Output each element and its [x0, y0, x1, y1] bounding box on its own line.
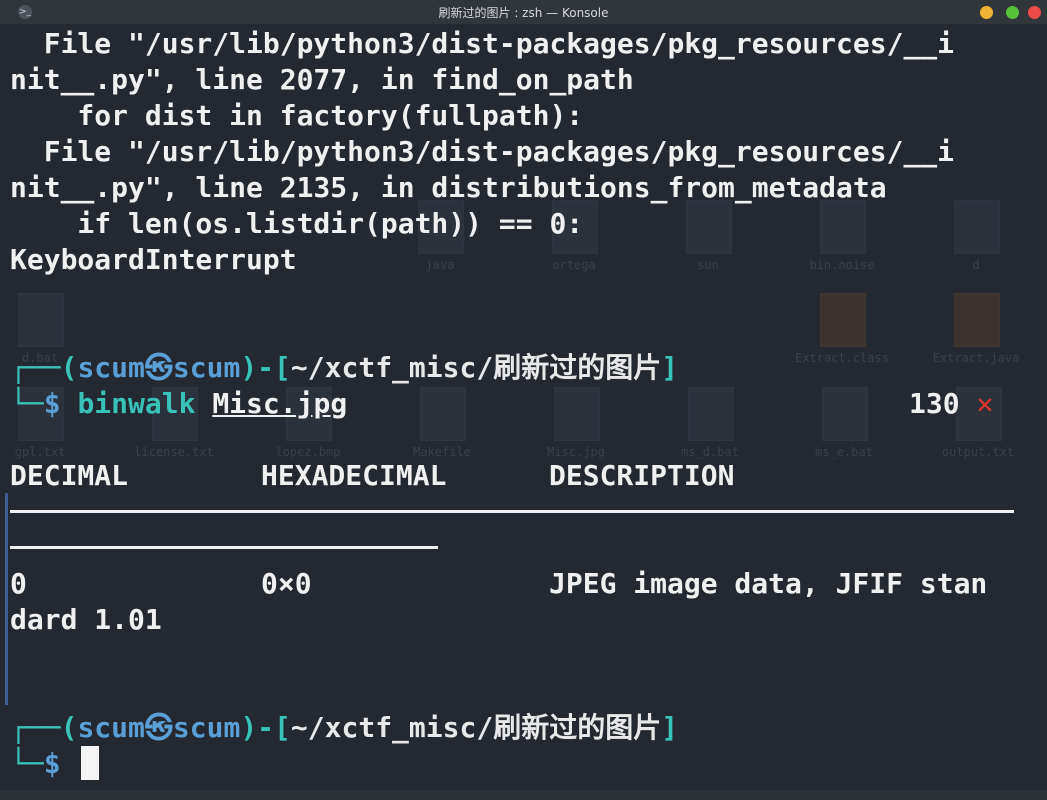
- traceback-line: KeyboardInterrupt: [10, 243, 297, 276]
- file-icon: [954, 293, 1000, 347]
- traceback-line: if len(os.listdir(path)) == 0:: [10, 207, 584, 240]
- file-icon: [688, 387, 734, 441]
- file-label: java: [425, 258, 455, 272]
- prompt-at-symbol: ㉿: [144, 351, 173, 384]
- traceback-line: nit__.py", line 2135, in distributions_f…: [10, 171, 887, 204]
- prompt-user: scum: [77, 711, 145, 744]
- file-label: Extract.class: [795, 351, 889, 365]
- traceback-line: File "/usr/lib/python3/dist-packages/pkg…: [10, 135, 955, 168]
- file-label: Extract.java: [932, 351, 1020, 365]
- command-line: └─$ binwalk Misc.jpg: [10, 387, 348, 420]
- file-icon: [954, 200, 1000, 254]
- file-label: ms_d.bat: [681, 445, 739, 459]
- exit-status: 130 ✕: [909, 386, 993, 422]
- exit-code: 130: [909, 387, 960, 420]
- input-line[interactable]: └─$: [10, 746, 61, 782]
- close-button[interactable]: [1028, 6, 1041, 19]
- terminal-view[interactable]: java ortega sun bin.noise d d.bat Extrac…: [0, 25, 1047, 790]
- file-label: bin.noise: [809, 258, 875, 272]
- file-label: Misc.jpg: [547, 445, 605, 459]
- file-label: license.txt: [134, 445, 214, 459]
- prompt-line: ┌──(scum㉿scum)-[~/xctf_misc/刷新过的图片]: [10, 351, 679, 384]
- binwalk-hex: 0×0: [261, 567, 312, 600]
- binwalk-description: JPEG image data, JFIF stan: [549, 567, 988, 600]
- file-label: Makefile: [413, 445, 471, 459]
- file-label: gpl.txt: [14, 445, 66, 459]
- prompt-host: scum: [172, 351, 241, 384]
- window-title: 刷新过的图片 : zsh — Konsole: [438, 5, 609, 20]
- file-label: lopez.bmp: [275, 445, 341, 459]
- file-label: output.txt: [941, 445, 1015, 459]
- prompt-at-symbol: ㉿: [144, 711, 173, 744]
- traceback-line: File "/usr/lib/python3/dist-packages/pkg…: [10, 27, 955, 60]
- binwalk-description-wrap: dard 1.01: [10, 603, 162, 636]
- binwalk-header-hex: HEXADECIMAL: [261, 459, 447, 492]
- binwalk-header-description: DESCRIPTION: [549, 459, 735, 492]
- file-label: ms_e.bat: [815, 445, 873, 459]
- maximize-button[interactable]: [1006, 6, 1019, 19]
- traceback-line: nit__.py", line 2077, in find_on_path: [10, 63, 634, 96]
- file-label: ortega: [552, 258, 596, 272]
- file-icon: [686, 200, 732, 254]
- file-icon: [554, 387, 600, 441]
- traceback-line: for dist in factory(fullpath):: [10, 99, 584, 132]
- file-icon: [820, 200, 866, 254]
- prompt-path: ~/xctf_misc/刷新过的图片: [290, 711, 662, 744]
- file-label: d: [972, 258, 980, 272]
- konsole-app-icon[interactable]: >_: [18, 5, 32, 19]
- prompt-path: ~/xctf_misc/刷新过的图片: [290, 351, 662, 384]
- binwalk-decimal: 0: [10, 567, 27, 600]
- header-rule: [10, 510, 1014, 513]
- binwalk-header-decimal: DECIMAL: [10, 459, 129, 492]
- window-titlebar: >_ 刷新过的图片 : zsh — Konsole: [0, 0, 1047, 25]
- text-cursor[interactable]: [81, 746, 99, 780]
- file-icon: [420, 387, 466, 441]
- file-icon: [18, 293, 64, 347]
- command-name: binwalk: [77, 387, 196, 420]
- header-rule-wrap: [10, 546, 438, 549]
- prompt-host: scum: [172, 711, 241, 744]
- file-icon: [820, 293, 866, 347]
- error-x-icon: ✕: [976, 387, 994, 420]
- command-argument: Misc.jpg: [212, 387, 348, 420]
- scrollback-marker: [5, 493, 8, 705]
- file-icon: [822, 387, 868, 441]
- window-bottom-border: [0, 790, 1047, 800]
- prompt-line: ┌──(scum㉿scum)-[~/xctf_misc/刷新过的图片]: [10, 711, 679, 744]
- file-label: sun: [697, 258, 719, 272]
- minimize-button[interactable]: [980, 6, 993, 19]
- prompt-user: scum: [77, 351, 145, 384]
